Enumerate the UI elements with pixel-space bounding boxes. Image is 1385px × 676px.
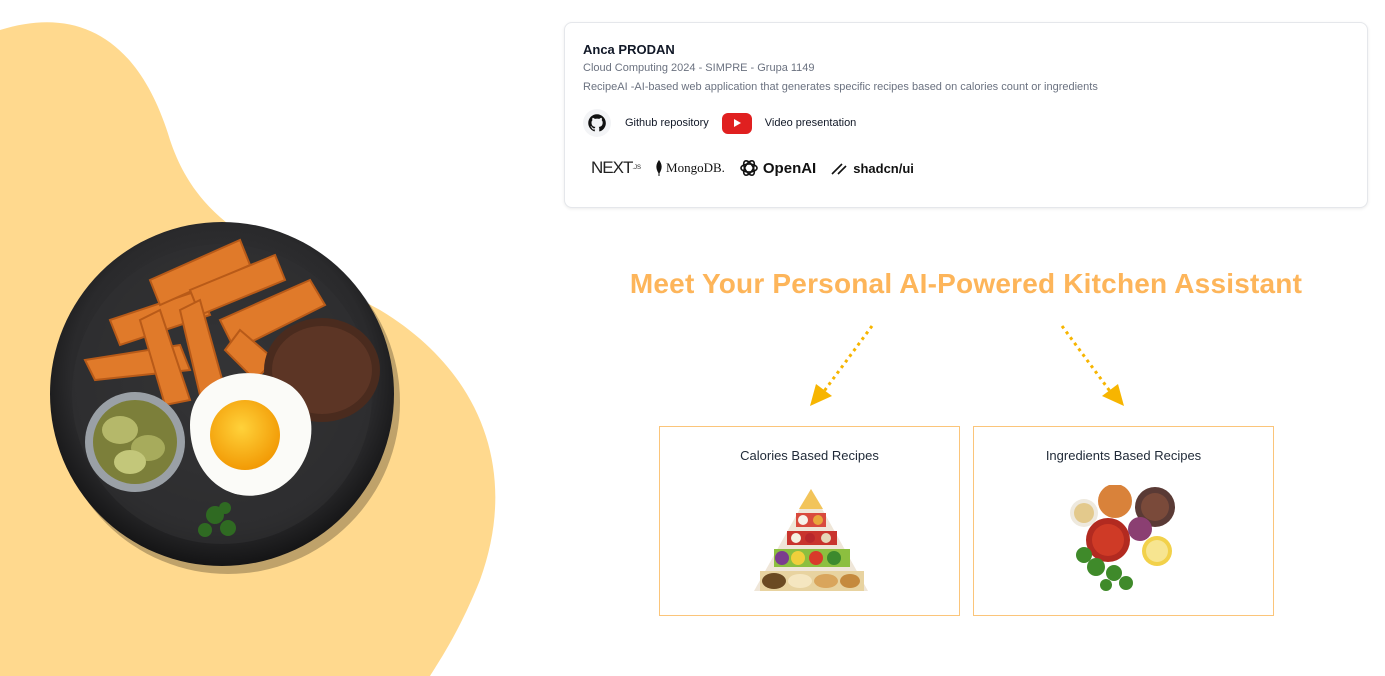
food-pyramid-image xyxy=(754,489,868,591)
tech-stack-logos: NEXT .JS MongoDB. OpenAI shadcn/ui xyxy=(583,157,1349,179)
shadcn-logo: shadcn/ui xyxy=(830,160,914,176)
github-link-label: Github repository xyxy=(625,117,709,129)
left-arrow-icon xyxy=(810,325,874,406)
calories-card-title: Calories Based Recipes xyxy=(740,448,879,463)
author-name: Anca PRODAN xyxy=(583,42,675,57)
links-row: Github repository Video presentation xyxy=(583,109,1349,137)
shadcn-icon xyxy=(831,163,847,175)
author-info-card: Anca PRODAN Cloud Computing 2024 - SIMPR… xyxy=(564,22,1368,208)
course-info: Cloud Computing 2024 - SIMPRE - Grupa 11… xyxy=(583,62,815,74)
nextjs-logo: NEXT .JS xyxy=(591,158,642,177)
github-repository-link[interactable]: Github repository xyxy=(583,109,709,137)
openai-icon xyxy=(740,159,758,177)
ingredients-card-title: Ingredients Based Recipes xyxy=(1045,448,1202,463)
project-description: RecipeAI -AI-based web application that … xyxy=(583,81,1098,93)
ingredients-image xyxy=(1070,485,1175,591)
video-presentation-link[interactable]: Video presentation xyxy=(709,112,857,134)
github-icon xyxy=(583,109,611,137)
video-link-label: Video presentation xyxy=(764,117,857,129)
mongodb-logo: MongoDB. xyxy=(655,160,725,176)
right-arrow-icon xyxy=(1060,325,1124,406)
youtube-icon xyxy=(721,112,752,134)
dotted-arrows xyxy=(810,325,1124,406)
ingredients-based-recipes-card[interactable]: Ingredients Based Recipes xyxy=(973,426,1274,616)
openai-logo: OpenAI xyxy=(739,158,816,178)
calories-based-recipes-card[interactable]: Calories Based Recipes xyxy=(659,426,960,616)
mongodb-leaf-icon xyxy=(656,160,662,176)
page-headline: Meet Your Personal AI-Powered Kitchen As… xyxy=(629,268,1303,299)
food-plate-image xyxy=(40,210,410,580)
